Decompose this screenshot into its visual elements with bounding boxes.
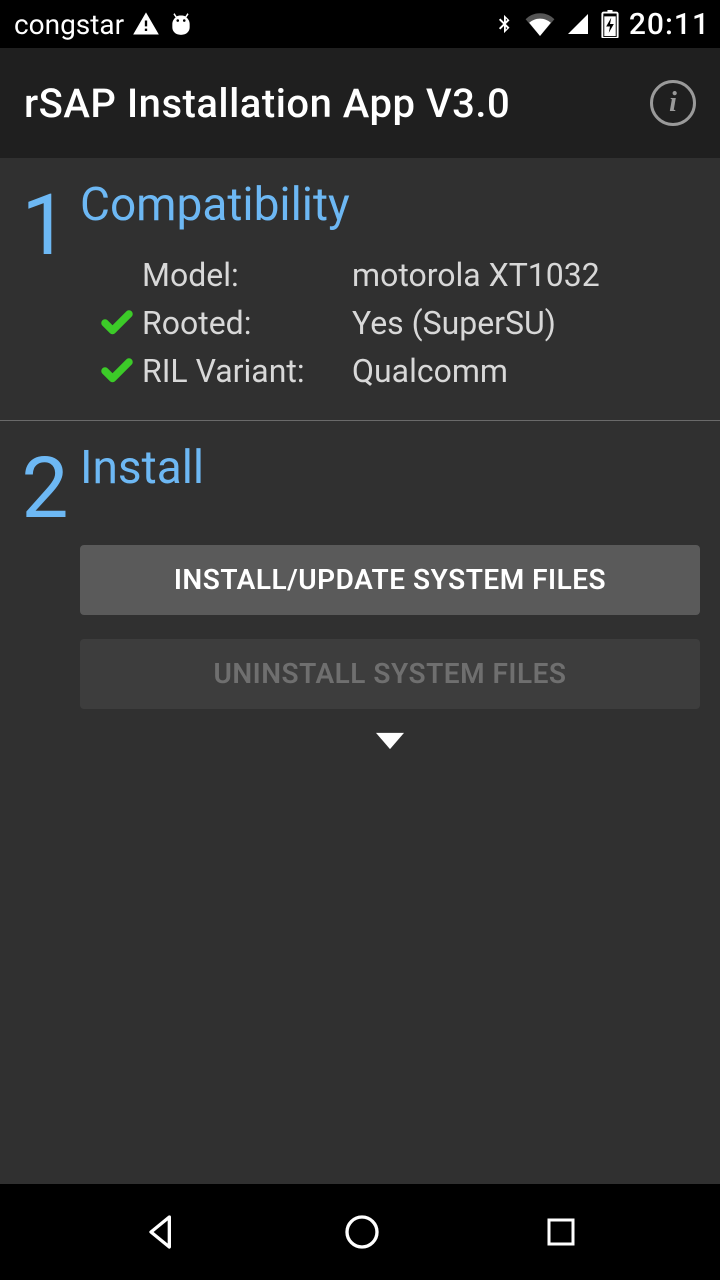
battery-charging-icon (601, 10, 619, 38)
warning-icon (132, 10, 160, 38)
main-content: 1 Compatibility Model: motorola XT1032 R… (0, 158, 720, 1184)
debug-icon (168, 11, 194, 37)
check-icon (92, 305, 142, 341)
uninstall-button: UNINSTALL SYSTEM FILES (80, 639, 700, 709)
rooted-label: Rooted: (142, 304, 352, 342)
status-clock: 20:11 (629, 7, 710, 42)
bluetooth-icon (493, 11, 515, 37)
step-number-1: 1 (10, 178, 80, 390)
android-nav-bar (0, 1184, 720, 1280)
check-icon (92, 353, 142, 389)
wifi-icon (525, 12, 555, 36)
expand-caret-icon[interactable] (80, 727, 700, 757)
carrier-label: congstar (14, 8, 124, 41)
install-update-button[interactable]: INSTALL/UPDATE SYSTEM FILES (80, 545, 700, 615)
app-bar: rSAP Installation App V3.0 i (0, 48, 720, 158)
section-install: 2 Install INSTALL/UPDATE SYSTEM FILES UN… (0, 420, 720, 787)
step-number-2: 2 (10, 441, 80, 757)
compatibility-table: Model: motorola XT1032 Rooted: Yes (Supe… (80, 256, 700, 390)
nav-recents-button[interactable] (543, 1214, 579, 1250)
rooted-value: Yes (SuperSU) (352, 304, 700, 342)
ril-value: Qualcomm (352, 352, 700, 390)
ril-label: RIL Variant: (142, 352, 352, 390)
cell-signal-icon (565, 12, 591, 36)
app-title: rSAP Installation App V3.0 (24, 80, 510, 127)
section-title-install: Install (80, 441, 700, 495)
android-status-bar: congstar 20:11 (0, 0, 720, 48)
section-title-compatibility: Compatibility (80, 178, 700, 232)
nav-home-button[interactable] (342, 1212, 382, 1252)
model-label: Model: (142, 256, 352, 294)
section-compatibility: 1 Compatibility Model: motorola XT1032 R… (0, 158, 720, 420)
nav-back-button[interactable] (141, 1212, 181, 1252)
info-icon[interactable]: i (650, 80, 696, 126)
model-value: motorola XT1032 (352, 256, 700, 294)
